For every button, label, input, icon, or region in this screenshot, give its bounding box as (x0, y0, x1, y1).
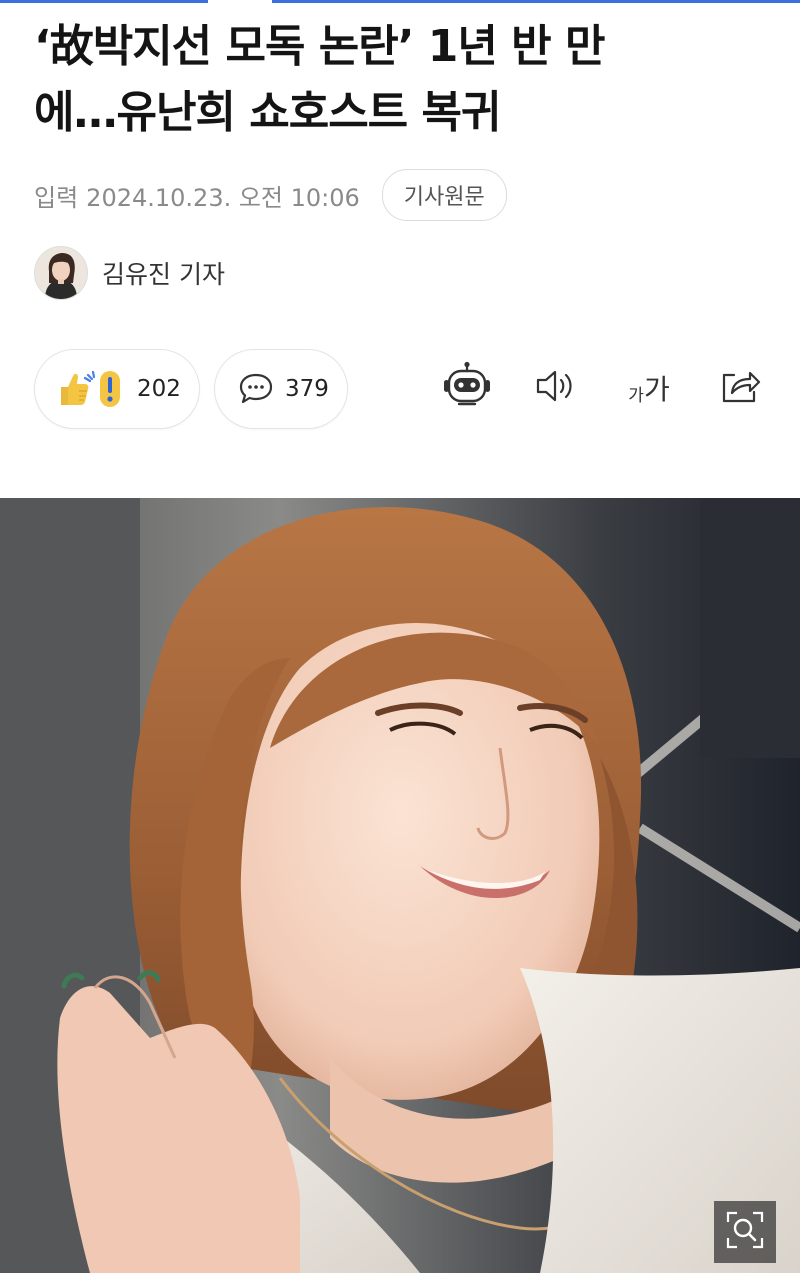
article-photo-image (0, 498, 800, 1273)
zoom-photo-button[interactable] (714, 1201, 776, 1263)
publish-date: 2024.10.23. 오전 10:06 (86, 183, 360, 212)
article-meta: 입력 2024.10.23. 오전 10:06 기사원문 (34, 168, 507, 222)
font-size-button[interactable]: 가 가 (618, 363, 680, 413)
reporter-name[interactable]: 김유진 기자 (102, 255, 225, 291)
article-action-bar: 202 379 가 가 (34, 349, 774, 429)
avatar-photo (35, 247, 87, 299)
headline-line-2: 에…유난희 쇼호스트 복귀 (34, 87, 501, 138)
summary-bot-button[interactable] (436, 361, 498, 415)
share-button[interactable] (714, 363, 766, 413)
reaction-count: 202 (137, 376, 181, 402)
robot-icon (441, 361, 493, 415)
speaker-icon (534, 366, 578, 410)
reaction-button[interactable]: 202 (34, 349, 200, 429)
comment-button[interactable]: 379 (214, 349, 348, 429)
text-to-speech-button[interactable] (530, 363, 582, 413)
reporter-avatar[interactable] (34, 246, 88, 300)
article-headline: ‘故박지선 모독 논란’ 1년 반 만 에…유난희 쇼호스트 복귀 (34, 14, 774, 146)
share-icon (718, 365, 762, 411)
speech-bubble-icon (237, 370, 275, 408)
font-size-large-glyph: 가 (643, 373, 670, 406)
font-size-small-glyph: 가 (628, 385, 644, 406)
headline-line-1: ‘故박지선 모독 논란’ 1년 반 만 (34, 21, 605, 72)
original-article-button[interactable]: 기사원문 (381, 169, 507, 221)
input-label: 입력 (34, 183, 79, 212)
top-accent-bar (0, 0, 800, 3)
comment-count: 379 (285, 376, 329, 402)
magnify-icon (725, 1210, 765, 1254)
article-photo[interactable] (0, 498, 800, 1273)
thumbs-up-exclamation-icon (57, 369, 125, 409)
reporter-byline[interactable]: 김유진 기자 (34, 246, 225, 300)
